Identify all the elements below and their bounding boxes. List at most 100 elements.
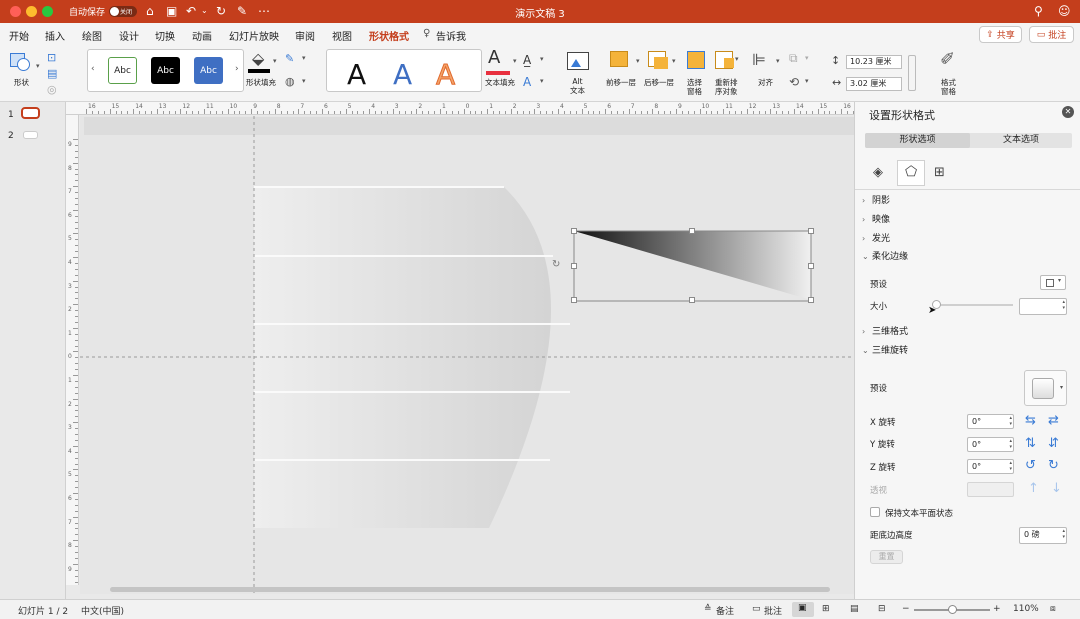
align-icon[interactable]: ⊫: [752, 50, 766, 69]
zoom-in-icon[interactable]: +: [993, 604, 1001, 614]
distance-input[interactable]: 0 磅 ▴ ▾: [1019, 527, 1067, 544]
reset-button[interactable]: 重置: [870, 550, 903, 564]
text-effects-icon[interactable]: A: [523, 75, 531, 89]
chevron-down-icon[interactable]: ▾: [540, 77, 544, 85]
chevron-down-icon[interactable]: ▾: [513, 57, 517, 65]
thumbnail-slide-2[interactable]: [23, 131, 38, 139]
comments-button[interactable]: ▭ 批注: [1029, 26, 1074, 43]
rotate-down-icon[interactable]: ⇵: [1048, 436, 1059, 451]
lock-aspect-icon[interactable]: [908, 55, 916, 91]
section-3d-rotation[interactable]: ⌄ 三维旋转: [855, 342, 1080, 360]
section-3d-format[interactable]: › 三维格式: [855, 323, 1080, 341]
chevron-down-icon[interactable]: ▾: [636, 57, 640, 65]
tab-shape-format[interactable]: 形状格式: [369, 28, 409, 48]
stepper-icon[interactable]: ▴ ▾: [1009, 438, 1012, 450]
tab-slideshow[interactable]: 幻灯片放映: [229, 28, 279, 43]
rotate-up-icon[interactable]: ⇅: [1025, 436, 1036, 451]
close-icon[interactable]: ✕: [1062, 106, 1074, 118]
text-box-icon[interactable]: ▤: [47, 67, 57, 80]
rotate-counterclockwise-icon[interactable]: ↺: [1025, 458, 1036, 473]
chevron-down-icon[interactable]: ▾: [273, 57, 277, 65]
width-input[interactable]: 3.02 厘米: [846, 77, 902, 91]
rotate-clockwise-icon[interactable]: ↻: [1048, 458, 1059, 473]
send-backward-icon[interactable]: [648, 51, 668, 69]
share-button[interactable]: ⇪ 共享: [979, 26, 1022, 43]
rotate-icon[interactable]: ⟲: [789, 75, 799, 89]
tab-review[interactable]: 审阅: [295, 28, 315, 43]
zoom-slider-thumb[interactable]: [948, 605, 957, 614]
stepper-icon[interactable]: ▴ ▾: [1062, 528, 1065, 540]
shape-effects-icon[interactable]: ◍: [285, 75, 295, 88]
format-pane-icon[interactable]: ✐: [940, 49, 955, 70]
wordart-style-1[interactable]: A: [347, 58, 366, 92]
chevron-down-icon[interactable]: ▾: [36, 62, 40, 70]
tab-shape-options[interactable]: 形状选项: [865, 133, 970, 148]
resize-handle-top[interactable]: [689, 228, 695, 234]
comments-status-button[interactable]: 批注: [764, 604, 782, 617]
rotate-left-icon[interactable]: ⇆: [1025, 413, 1036, 428]
slideshow-icon[interactable]: ⊟: [878, 604, 886, 614]
tab-animations[interactable]: 动画: [192, 28, 212, 43]
stepper-icon[interactable]: ▴ ▾: [1062, 299, 1065, 311]
size-properties-icon[interactable]: ⊞: [934, 165, 945, 180]
edit-shape-icon[interactable]: ⊡: [47, 51, 56, 64]
shape-style-2[interactable]: Abc: [151, 57, 180, 84]
section-glow[interactable]: › 发光: [855, 230, 1080, 248]
normal-view-button[interactable]: ▣: [792, 602, 814, 617]
x-rotation-input[interactable]: 0° ▴ ▾: [967, 414, 1014, 429]
reading-view-icon[interactable]: ▤: [850, 604, 859, 614]
zoom-out-icon[interactable]: −: [902, 604, 910, 614]
chevron-down-icon[interactable]: ▾: [776, 57, 780, 65]
gallery-next-icon[interactable]: ›: [235, 64, 239, 74]
zoom-level[interactable]: 110%: [1013, 604, 1039, 614]
section-shadow[interactable]: › 阴影: [855, 192, 1080, 210]
tab-insert[interactable]: 插入: [45, 28, 65, 43]
tab-text-options[interactable]: 文本选项: [970, 133, 1072, 148]
keep-text-flat-checkbox[interactable]: [870, 507, 880, 517]
chevron-down-icon[interactable]: ▾: [805, 77, 809, 85]
z-rotation-input[interactable]: 0° ▴ ▾: [967, 459, 1014, 474]
resize-handle-top-right[interactable]: [808, 228, 814, 234]
resize-handle-bottom-left[interactable]: [571, 297, 577, 303]
gallery-prev-icon[interactable]: ‹: [91, 64, 95, 74]
stepper-icon[interactable]: ▴ ▾: [1009, 460, 1012, 472]
resize-handle-top-left[interactable]: [571, 228, 577, 234]
slide-canvas[interactable]: ↻: [80, 116, 854, 594]
thumbnail-slide-1[interactable]: [21, 107, 40, 119]
tab-transitions[interactable]: 切换: [155, 28, 175, 43]
resize-handle-bottom-right[interactable]: [808, 297, 814, 303]
chevron-down-icon[interactable]: ▾: [672, 57, 676, 65]
y-rotation-input[interactable]: 0° ▴ ▾: [967, 437, 1014, 452]
alt-text-icon[interactable]: [567, 52, 589, 70]
wordart-style-2[interactable]: A: [393, 58, 412, 92]
horizontal-scrollbar[interactable]: [110, 587, 830, 592]
stepper-icon[interactable]: ▴ ▾: [1009, 415, 1012, 427]
chevron-down-icon[interactable]: ▾: [302, 54, 306, 62]
height-input[interactable]: 10.23 厘米: [846, 55, 902, 69]
reorder-objects-icon[interactable]: [715, 51, 734, 69]
tab-design[interactable]: 设计: [119, 28, 139, 43]
rotate-right-icon[interactable]: ⇄: [1048, 413, 1059, 428]
text-fill-icon[interactable]: A: [488, 47, 500, 68]
shapes-icon[interactable]: [10, 51, 32, 71]
language-indicator[interactable]: 中文(中国): [81, 604, 124, 617]
shape-style-1[interactable]: Abc: [108, 57, 137, 84]
selection-pane-icon[interactable]: [687, 51, 705, 69]
section-reflection[interactable]: › 映像: [855, 211, 1080, 229]
soft-edges-size-slider[interactable]: [932, 300, 1013, 309]
slide-sorter-icon[interactable]: ⊞: [822, 604, 830, 614]
fill-line-icon[interactable]: ◈: [873, 165, 883, 180]
resize-handle-right[interactable]: [808, 263, 814, 269]
rotation-preset-dropdown[interactable]: ▾: [1024, 370, 1067, 406]
chevron-down-icon[interactable]: ▾: [302, 77, 306, 85]
resize-handle-left[interactable]: [571, 263, 577, 269]
resize-handle-bottom[interactable]: [689, 297, 695, 303]
wordart-style-3[interactable]: A: [435, 58, 455, 92]
notes-button[interactable]: 备注: [716, 604, 734, 617]
tab-draw[interactable]: 绘图: [82, 28, 102, 43]
soft-edges-preset-dropdown[interactable]: ▾: [1040, 275, 1066, 290]
bring-forward-icon[interactable]: [610, 51, 628, 67]
tab-tell-me[interactable]: 告诉我: [436, 28, 466, 43]
zoom-slider[interactable]: [914, 605, 990, 614]
chevron-down-icon[interactable]: ▾: [540, 55, 544, 63]
